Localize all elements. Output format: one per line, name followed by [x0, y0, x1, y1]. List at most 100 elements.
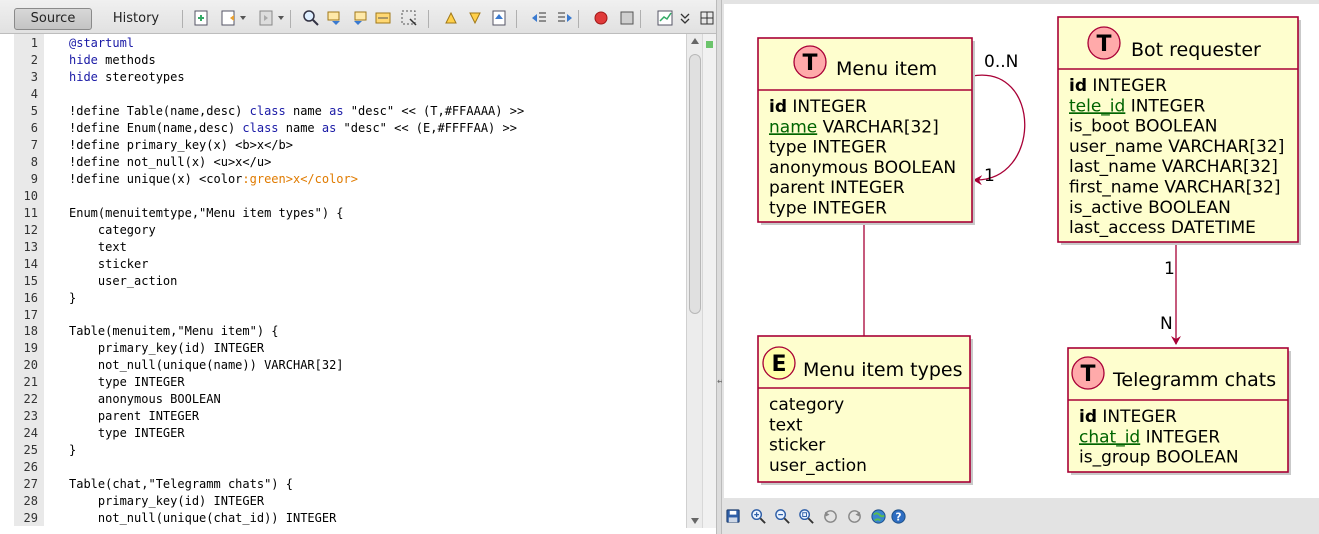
split-icon[interactable]: [698, 9, 716, 27]
field-text: type INTEGER: [769, 138, 887, 158]
line-number: 15: [23, 273, 38, 288]
code-token: type INTEGER: [69, 426, 185, 441]
entity-botrequester[interactable]: T Bot requesterid INTEGERtele_id INTEGERi…: [1057, 16, 1301, 245]
code-line[interactable]: 9 !define unique(x) <color:green>x</color…: [14, 171, 686, 188]
menuitem-self-edge: [971, 74, 1026, 186]
self-many-label: 0..N: [984, 52, 1018, 72]
code-line[interactable]: 11 Enum(menuitemtype,"Menu item types") {: [14, 205, 686, 222]
code-line[interactable]: 4: [14, 86, 686, 103]
line-number: 5: [30, 103, 38, 118]
code-text: Table(menuitem,"Menu item") {: [69, 323, 279, 340]
code-token: Table(chat,"Telegramm chats") {: [69, 477, 293, 492]
code-text: sticker: [69, 256, 149, 273]
toggle-rect-selection-icon[interactable]: [400, 9, 418, 27]
code-line[interactable]: 23 parent INTEGER: [14, 408, 686, 425]
expand-icon[interactable]: [676, 9, 694, 27]
code-line[interactable]: 17: [14, 307, 686, 324]
code-text: @startuml: [69, 35, 134, 52]
zoom-out-icon[interactable]: [774, 508, 791, 525]
code-line[interactable]: 29 not_null(unique(chat_id)) INTEGER: [14, 510, 686, 527]
zoom-fit-icon[interactable]: [798, 508, 815, 525]
code-line[interactable]: 21 type INTEGER: [14, 374, 686, 391]
code-text: text: [69, 239, 127, 256]
editor-panel: Source History 1 @startuml 2 hide methods 3 h…: [0, 0, 716, 534]
tab-source[interactable]: Source: [14, 8, 92, 30]
back-dropdown-icon[interactable]: [240, 16, 246, 20]
line-number: 13: [23, 239, 38, 254]
next-bookmark-icon[interactable]: [466, 9, 484, 27]
code-line[interactable]: 14 sticker: [14, 256, 686, 273]
field-text: user_action: [769, 456, 867, 476]
entity-menuitemtype[interactable]: E Menu item types categorytextstickeruser_…: [757, 335, 973, 485]
back-icon[interactable]: [220, 9, 238, 27]
code-line[interactable]: 28 primary_key(id) INTEGER: [14, 493, 686, 510]
code-text: user_action: [69, 273, 177, 290]
code-line[interactable]: 20 not_null(unique(name)) VARCHAR[32]: [14, 357, 686, 374]
toggle-bookmark-icon[interactable]: [490, 9, 508, 27]
toggle-highlight-icon[interactable]: [374, 9, 392, 27]
code-line[interactable]: 13 text: [14, 239, 686, 256]
code-line[interactable]: 19 primary_key(id) INTEGER: [14, 340, 686, 357]
rotate-right-icon[interactable]: [846, 508, 863, 525]
code-line[interactable]: 26: [14, 459, 686, 476]
shift-left-icon[interactable]: [530, 9, 548, 27]
find-next-icon[interactable]: [350, 9, 368, 27]
code-line[interactable]: 10: [14, 188, 686, 205]
code-line[interactable]: 22 anonymous BOOLEAN: [14, 391, 686, 408]
line-number: 12: [23, 222, 38, 237]
browser-icon[interactable]: [870, 508, 887, 525]
entity-title: Bot requester: [1131, 39, 1261, 61]
field-text: user_name VARCHAR[32]: [1069, 137, 1284, 157]
last-edit-icon[interactable]: [192, 9, 210, 27]
entity-field: sticker: [769, 436, 825, 456]
code-line[interactable]: 8 !define not_null(x) <u>x</u>: [14, 154, 686, 171]
code-line[interactable]: 18 Table(menuitem,"Menu item") {: [14, 323, 686, 340]
previous-bookmark-icon[interactable]: [442, 9, 460, 27]
code-line[interactable]: 24 type INTEGER: [14, 425, 686, 442]
toolbar-separator: [428, 10, 429, 28]
code-line[interactable]: 27 Table(chat,"Telegramm chats") {: [14, 476, 686, 493]
line-number: 7: [30, 137, 38, 152]
find-previous-icon[interactable]: [326, 9, 344, 27]
code-line[interactable]: 15 user_action: [14, 273, 686, 290]
code-line[interactable]: 3 hide stereotypes: [14, 69, 686, 86]
code-line[interactable]: 2 hide methods: [14, 52, 686, 69]
forward-icon[interactable]: [258, 9, 276, 27]
line-number: 23: [23, 409, 38, 424]
entity-menuitem[interactable]: T Menu itemid INTEGERname VARCHAR[32]type…: [757, 37, 975, 225]
line-number: 16: [23, 290, 38, 305]
code-line[interactable]: 7 !define primary_key(x) <b>x</b>: [14, 137, 686, 154]
shift-right-icon[interactable]: [556, 9, 574, 27]
entity-chat[interactable]: T Telegramm chats id INTEGERchat_id INTEGE…: [1067, 347, 1291, 475]
code-line[interactable]: 12 category: [14, 222, 686, 239]
code-line[interactable]: 6 !define Enum(name,desc) class name as "…: [14, 120, 686, 137]
code-line[interactable]: 25}: [14, 442, 686, 459]
code-text: type INTEGER: [69, 425, 185, 442]
start-macro-icon[interactable]: [592, 9, 610, 27]
code-text: category: [69, 222, 156, 239]
code-token: @startuml: [69, 36, 135, 50]
code-line[interactable]: 16}: [14, 290, 686, 307]
code-line[interactable]: 1 @startuml: [14, 35, 686, 52]
zoom-in-icon[interactable]: [750, 508, 767, 525]
code-editor[interactable]: 1 @startuml 2 hide methods 3 hide stereotypes…: [0, 34, 716, 534]
splitter-grip-icon[interactable]: ↔: [717, 378, 724, 386]
stop-macro-icon[interactable]: [618, 9, 636, 27]
entity-field: parent INTEGER: [769, 178, 905, 198]
tab-history[interactable]: History: [100, 8, 172, 30]
scroll-up-arrow-icon[interactable]: [691, 38, 699, 44]
svg-text:?: ?: [895, 511, 901, 523]
editor-scrollbar[interactable]: [686, 34, 702, 528]
chart-icon[interactable]: [656, 9, 674, 27]
scroll-down-arrow-icon[interactable]: [691, 518, 699, 524]
help-icon[interactable]: ?: [890, 508, 907, 525]
scrollbar-thumb[interactable]: [689, 54, 701, 314]
forward-dropdown-icon[interactable]: [278, 16, 284, 20]
line-number: 9: [30, 171, 38, 186]
find-icon[interactable]: [302, 9, 320, 27]
save-icon[interactable]: [725, 508, 742, 525]
toolbar-separator: [290, 10, 291, 28]
entity-field: is_active BOOLEAN: [1069, 198, 1231, 218]
code-line[interactable]: 5 !define Table(name,desc) class name as …: [14, 103, 686, 120]
rotate-left-icon[interactable]: [822, 508, 839, 525]
